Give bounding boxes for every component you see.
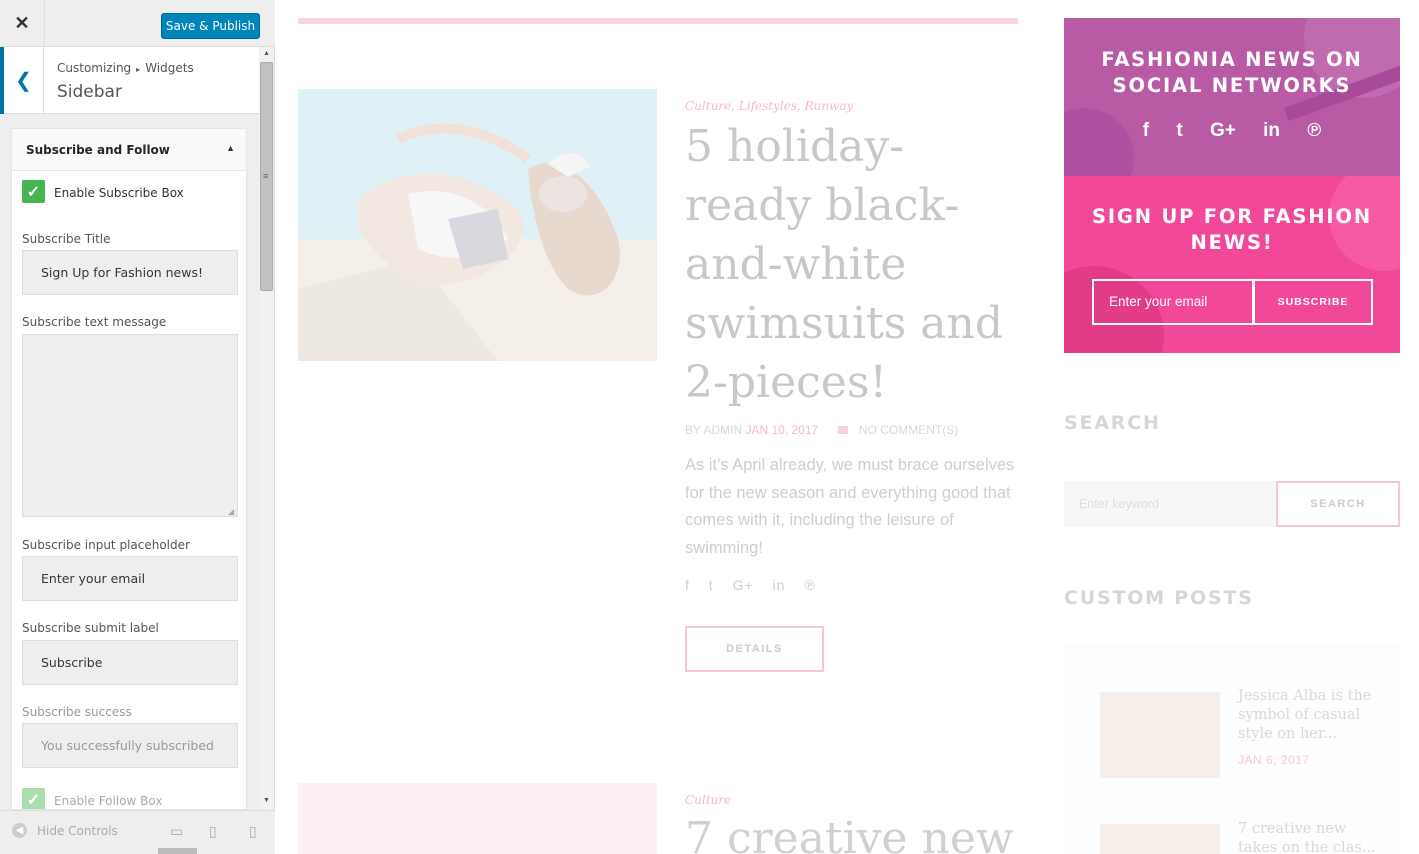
custom-posts-title: CUSTOM POSTS: [1064, 587, 1254, 609]
email-input[interactable]: Enter your email: [1092, 279, 1254, 325]
facebook-icon[interactable]: f: [1143, 120, 1149, 141]
enable-subscribe-checkbox[interactable]: ✓: [22, 180, 45, 203]
google-plus-icon[interactable]: G+: [733, 577, 754, 593]
subscribe-button[interactable]: SUBSCRIBE: [1253, 279, 1373, 325]
post-date[interactable]: JAN 10, 2017: [745, 423, 818, 437]
tablet-preview-icon[interactable]: ▯: [209, 823, 217, 840]
custom-post-title[interactable]: Jessica Alba is the symbol of casual sty…: [1238, 687, 1378, 744]
subscribe-text-label: Subscribe text message: [22, 315, 167, 329]
enable-follow-checkbox[interactable]: ✓: [22, 788, 45, 809]
post2-image[interactable]: [298, 783, 657, 854]
site-preview: Culture, Lifestyles, Runway 5 holiday-re…: [275, 0, 1419, 854]
pinterest-icon[interactable]: ℗: [804, 577, 815, 593]
comment-icon: [837, 426, 848, 434]
customizer-controls: ✕ Save & Publish ❮ Customizing ▸ Widgets S…: [0, 0, 275, 854]
post-categories[interactable]: Culture, Lifestyles, Runway: [685, 99, 853, 113]
section-title: Sidebar: [57, 82, 122, 102]
scroll-down-icon[interactable]: ▼: [259, 794, 274, 808]
facebook-icon[interactable]: f: [685, 577, 690, 593]
custom-post-title[interactable]: 7 creative new takes on the clas...: [1238, 820, 1378, 854]
header-divider: [298, 18, 1018, 24]
post-author[interactable]: BY ADMIN: [685, 423, 742, 437]
success-label: Subscribe success: [22, 705, 132, 719]
signup-widget: SIGN UP FOR FASHION NEWS! Enter your ema…: [1064, 176, 1400, 353]
enable-follow-label: Enable Follow Box: [54, 794, 163, 808]
submit-label-input[interactable]: Subscribe: [22, 640, 238, 685]
subscribe-title-input[interactable]: Sign Up for Fashion news!: [22, 250, 238, 295]
pinterest-icon[interactable]: ℗: [1307, 120, 1321, 141]
social-widget-title: FASHIONIA NEWS ON SOCIAL NETWORKS: [1101, 48, 1363, 97]
post-comments[interactable]: NO COMMENT(S): [859, 423, 958, 437]
post-photo: [298, 89, 657, 361]
breadcrumb: Customizing ▸ Widgets: [57, 61, 194, 75]
customizer-header: ✕ Save & Publish: [0, 0, 275, 47]
linkedin-icon[interactable]: in: [773, 577, 786, 593]
save-publish-button[interactable]: Save & Publish: [161, 13, 260, 39]
mobile-preview-icon[interactable]: ▯: [249, 823, 257, 840]
widget-header[interactable]: Subscribe and Follow ▲: [12, 129, 246, 171]
placeholder-input[interactable]: Enter your email: [22, 556, 238, 601]
search-widget-title: SEARCH: [1064, 412, 1161, 434]
back-arrow-icon[interactable]: ❮: [0, 47, 44, 114]
twitter-icon[interactable]: t: [709, 577, 714, 593]
scroll-thumb[interactable]: ≡: [260, 62, 273, 291]
breadcrumb-separator-icon: ▸: [136, 65, 141, 74]
preview-size-indicator: [158, 848, 197, 854]
subscribe-text-textarea[interactable]: [22, 334, 238, 517]
signup-bg-graphic: [1064, 176, 1400, 353]
post2-categories[interactable]: Culture: [685, 793, 731, 807]
hide-controls-label[interactable]: Hide Controls: [37, 824, 118, 838]
placeholder-label: Subscribe input placeholder: [22, 538, 190, 552]
breadcrumb-child: Widgets: [145, 61, 194, 75]
custom-post-thumbnail[interactable]: [1100, 824, 1220, 854]
linkedin-icon[interactable]: in: [1263, 120, 1280, 141]
post-image[interactable]: [298, 89, 657, 361]
panel-scrollbar[interactable]: ▲ ≡ ▼: [259, 47, 274, 810]
post-share-icons: f t G+ in ℗: [685, 577, 830, 593]
success-input[interactable]: You successfully subscribed: [22, 723, 238, 768]
close-icon[interactable]: ✕: [0, 0, 45, 47]
customizer-footer: ◀ Hide Controls ▭ ▯ ▯: [0, 810, 275, 854]
desktop-preview-icon[interactable]: ▭: [170, 823, 183, 840]
subscribe-title-label: Subscribe Title: [22, 232, 111, 246]
section-header: ❮ Customizing ▸ Widgets Sidebar: [0, 47, 259, 114]
google-plus-icon[interactable]: G+: [1210, 120, 1236, 141]
collapse-arrow-icon[interactable]: ▲: [226, 143, 235, 153]
hide-controls-icon[interactable]: ◀: [12, 823, 27, 838]
social-networks-widget: FASHIONIA NEWS ON SOCIAL NETWORKS f t G+…: [1064, 18, 1400, 176]
social-icons: f t G+ in ℗: [1064, 120, 1400, 142]
twitter-icon[interactable]: t: [1176, 120, 1182, 141]
custom-posts-list: Jessica Alba is the symbol of casual sty…: [1064, 645, 1400, 854]
custom-post-date: JAN 6, 2017: [1238, 753, 1310, 767]
post-title[interactable]: 5 holiday-ready black-and-white swimsuit…: [685, 117, 1020, 412]
widget-title: Subscribe and Follow: [26, 143, 170, 157]
enable-subscribe-label: Enable Subscribe Box: [54, 186, 184, 200]
breadcrumb-root: Customizing: [57, 61, 132, 75]
subscribe-follow-widget: Subscribe and Follow ▲ ✓ Enable Subscrib…: [11, 128, 247, 810]
search-button[interactable]: SEARCH: [1276, 481, 1400, 527]
submit-label-label: Subscribe submit label: [22, 621, 159, 635]
custom-post-thumbnail[interactable]: [1100, 692, 1220, 778]
search-input[interactable]: Enter keyword: [1064, 481, 1276, 527]
grip-icon: ≡: [263, 171, 269, 181]
post-excerpt: As it's April already, we must brace our…: [685, 456, 1015, 557]
post2-title[interactable]: 7 creative new: [685, 813, 1014, 854]
details-button[interactable]: DETAILS: [685, 626, 824, 672]
scroll-up-icon[interactable]: ▲: [259, 47, 274, 61]
signup-widget-title: SIGN UP FOR FASHION NEWS!: [1092, 205, 1372, 254]
post-meta: BY ADMIN JAN 10, 2017 NO COMMENT(S): [685, 423, 958, 437]
